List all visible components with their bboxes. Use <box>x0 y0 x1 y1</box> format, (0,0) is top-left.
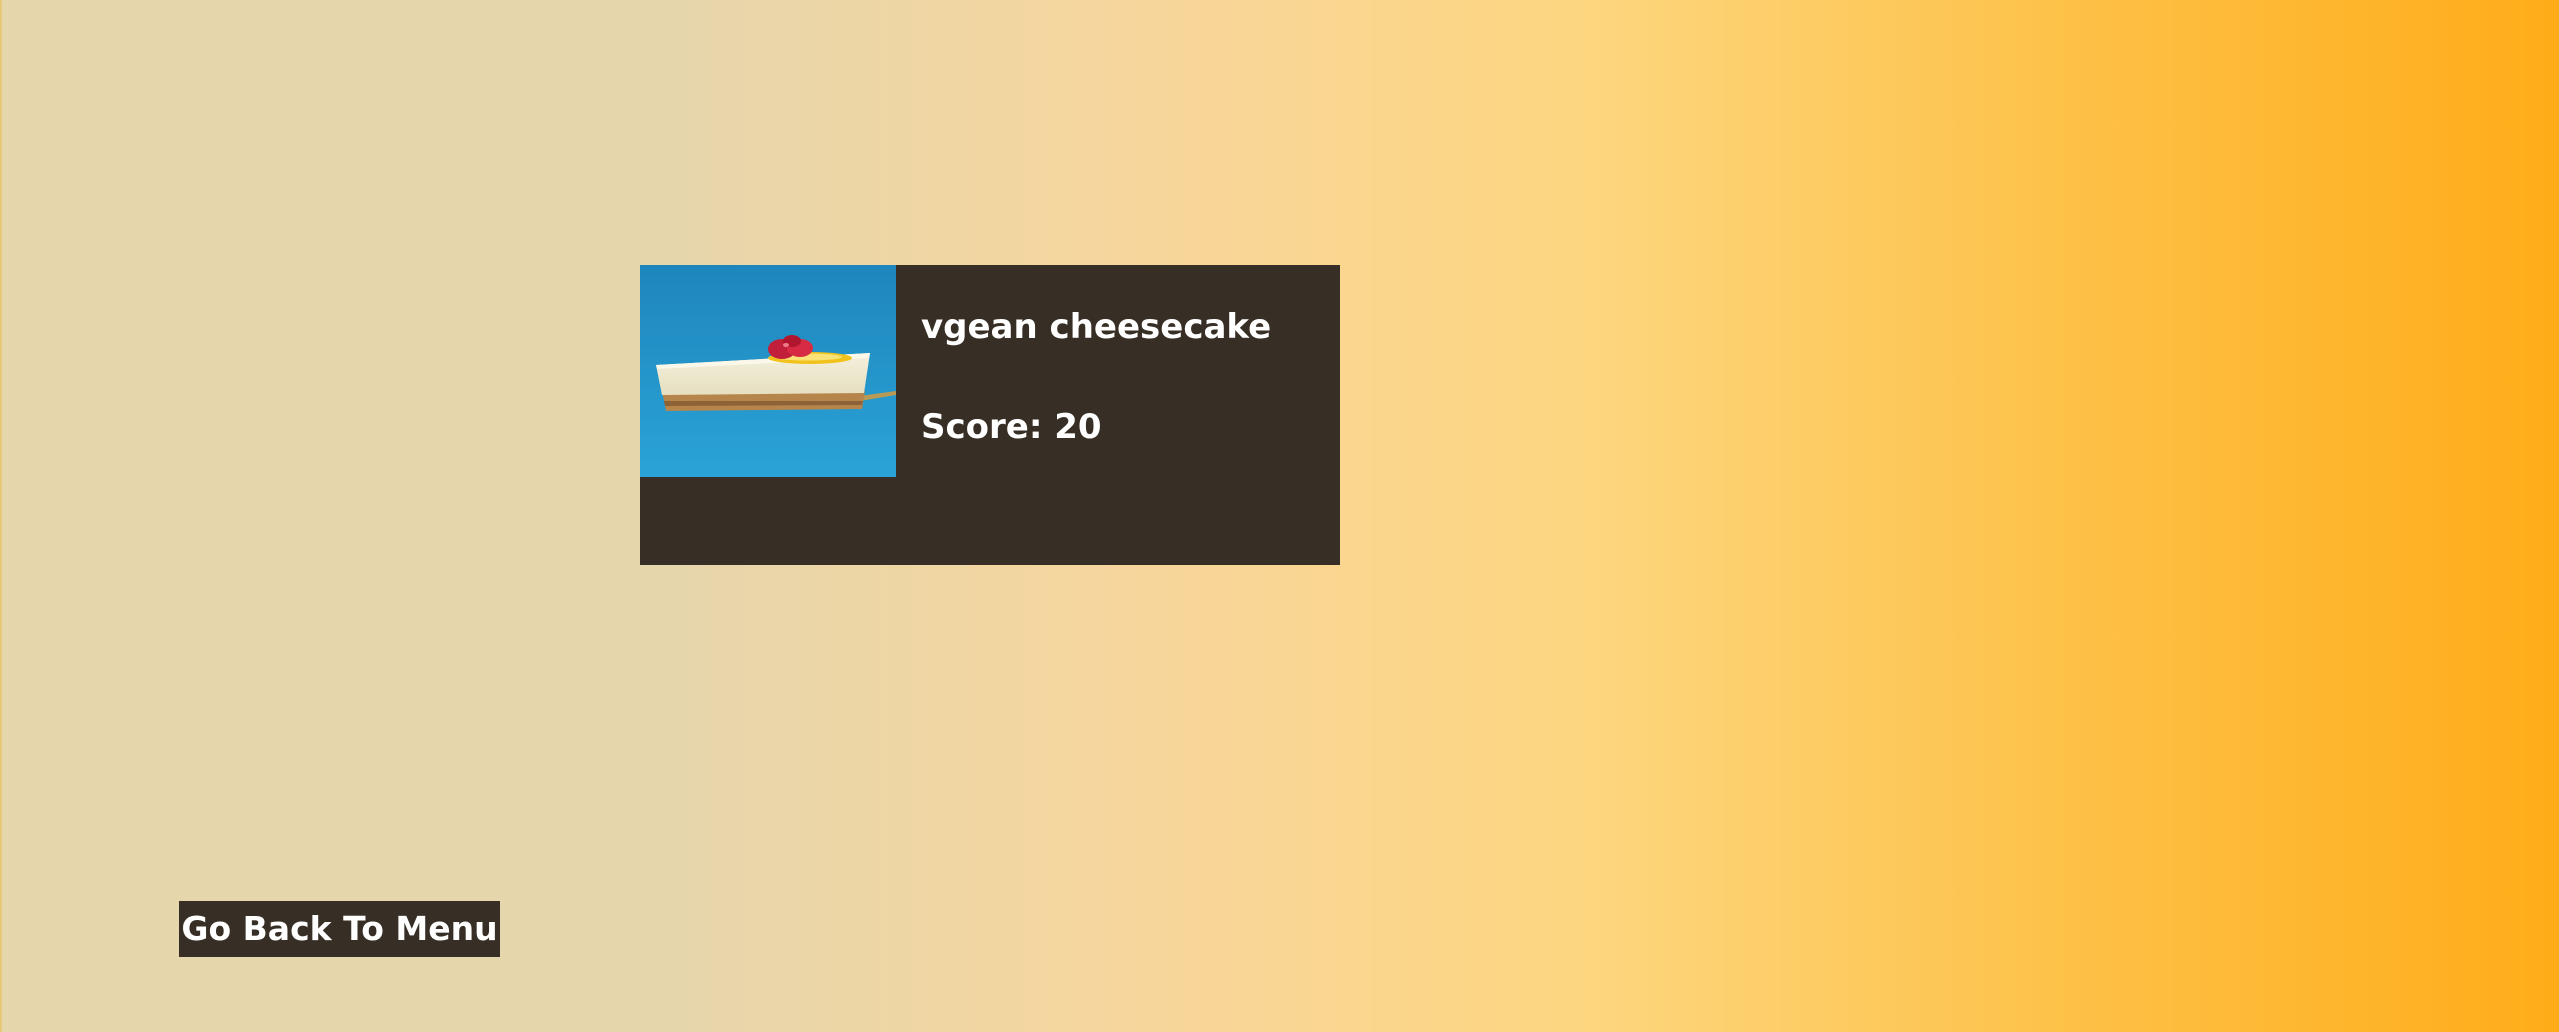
go-back-to-menu-button[interactable]: Go Back To Menu <box>179 901 500 957</box>
cheesecake-photo-icon <box>640 265 896 477</box>
cheesecake-image <box>640 265 896 477</box>
dish-title: vgean cheesecake <box>921 307 1272 347</box>
score-text: Score: 20 <box>921 407 1102 447</box>
page-left-border <box>0 0 2 1032</box>
result-card: vgean cheesecake Score: 20 <box>640 265 1340 565</box>
